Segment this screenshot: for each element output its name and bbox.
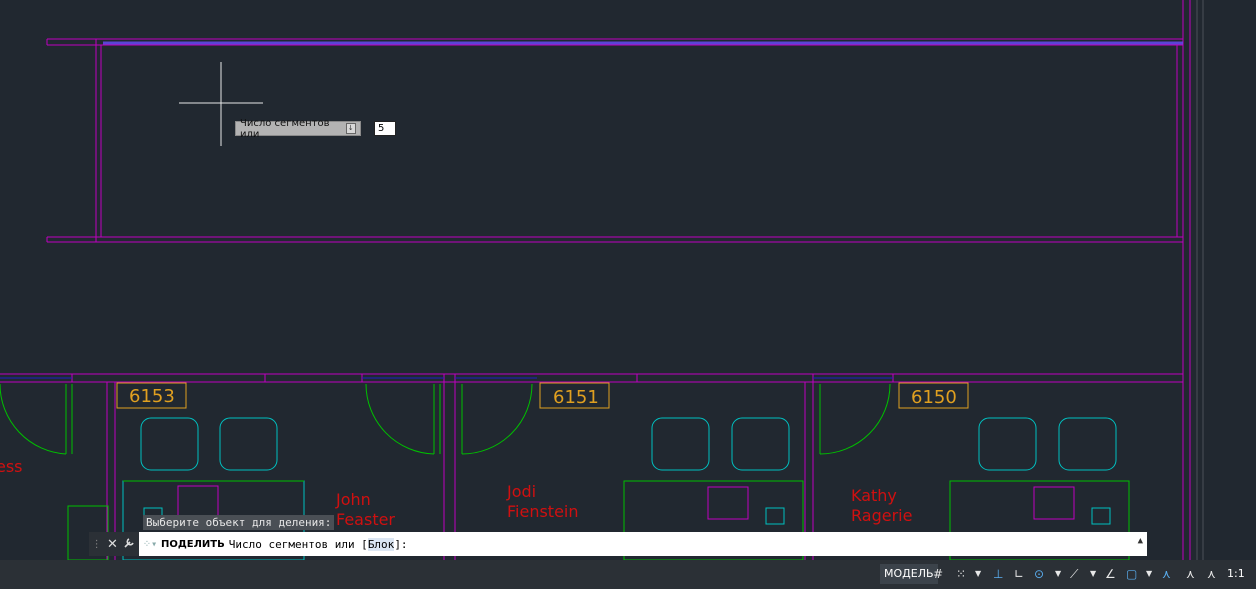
chevron-down-icon[interactable]: ▼ bbox=[1090, 565, 1096, 583]
option-block[interactable]: Блок bbox=[367, 537, 395, 551]
options-down-arrow-icon[interactable]: ↓ bbox=[345, 123, 356, 134]
history-caret-icon[interactable]: ▲ bbox=[1138, 536, 1143, 546]
chevron-down-icon[interactable]: ▼ bbox=[1146, 565, 1152, 583]
polar-tracking-icon[interactable]: ⊙ bbox=[1034, 565, 1044, 583]
occupant-name-line1: Kathy bbox=[851, 486, 897, 505]
isodraft-icon[interactable]: ⟋ bbox=[1070, 565, 1078, 583]
chevron-down-icon[interactable]: ▼ bbox=[975, 565, 981, 583]
object-snap-icon[interactable]: ▢ bbox=[1126, 565, 1137, 583]
annotation-visibility-icon[interactable]: ⋏ bbox=[1162, 565, 1171, 583]
corridor-walls bbox=[46, 0, 1191, 560]
room-number-6150: 6150 bbox=[911, 387, 957, 408]
command-prompt: Число сегментов или [ bbox=[228, 537, 368, 551]
drawing-canvas[interactable]: 6153 6151 6150 ess John Feaster Jodi Fie… bbox=[0, 0, 1256, 589]
command-name: ПОДЕЛИТЬ bbox=[161, 538, 225, 550]
room-number-6153: 6153 bbox=[129, 386, 175, 407]
segments-input[interactable]: 5 bbox=[374, 121, 396, 136]
command-line-bar: ⋮ ✕ ⁘▾ ПОДЕЛИТЬ Число сегментов или [Бло… bbox=[89, 532, 1147, 556]
status-bar: МОДЕЛЬ # ⁙ ▼ ⊥ ∟ ⊙ ▼ ⟋ ▼ ∠ ▢ ▼ ⋏ ⋏ ⋏ 1:1 bbox=[0, 560, 1256, 589]
auto-scale-icon[interactable]: ⋏ bbox=[1186, 565, 1195, 583]
dynamic-input-prompt: Число сегментов или ↓ bbox=[235, 118, 361, 140]
tooltip-label: Число сегментов или bbox=[240, 117, 330, 140]
room-number-6151: 6151 bbox=[553, 387, 599, 408]
snap-icon[interactable]: ⁙ bbox=[956, 565, 966, 583]
annotation-scale-icon[interactable]: ⋏ bbox=[1207, 565, 1216, 583]
occupant-name-line2: Feaster bbox=[336, 510, 395, 529]
dynamic-input-tooltip: Число сегментов или ↓ 5 bbox=[235, 118, 396, 140]
command-history: Выберите объект для деления: bbox=[143, 515, 335, 530]
command-line-tools: ⋮ ✕ bbox=[89, 532, 139, 556]
close-icon[interactable]: ✕ bbox=[107, 537, 118, 552]
model-tab-button[interactable]: МОДЕЛЬ bbox=[880, 564, 938, 584]
occupant-name-line1: John bbox=[335, 490, 371, 509]
chevron-down-icon[interactable]: ▼ bbox=[1055, 565, 1061, 583]
infer-constraints-icon[interactable]: ⊥ bbox=[993, 565, 1003, 583]
command-input[interactable]: ⁘▾ ПОДЕЛИТЬ Число сегментов или [Блок]: … bbox=[139, 532, 1147, 556]
occupant-name-line1: Jodi bbox=[506, 482, 536, 501]
settings-icon[interactable] bbox=[123, 536, 136, 553]
grid-icon[interactable]: # bbox=[933, 565, 943, 583]
occupant-name-line2: Fienstein bbox=[507, 502, 579, 521]
command-suffix: ]: bbox=[394, 537, 408, 551]
ortho-icon[interactable]: ∟ bbox=[1014, 565, 1024, 583]
drag-handle-icon[interactable]: ⋮ bbox=[92, 539, 102, 550]
object-snap-tracking-icon[interactable]: ∠ bbox=[1105, 565, 1116, 583]
occupant-name-line2: Ragerie bbox=[851, 506, 912, 525]
recent-commands-icon[interactable]: ⁘▾ bbox=[139, 539, 161, 550]
partial-label: ess bbox=[0, 457, 23, 476]
annotation-scale-value[interactable]: 1:1 bbox=[1227, 565, 1245, 583]
